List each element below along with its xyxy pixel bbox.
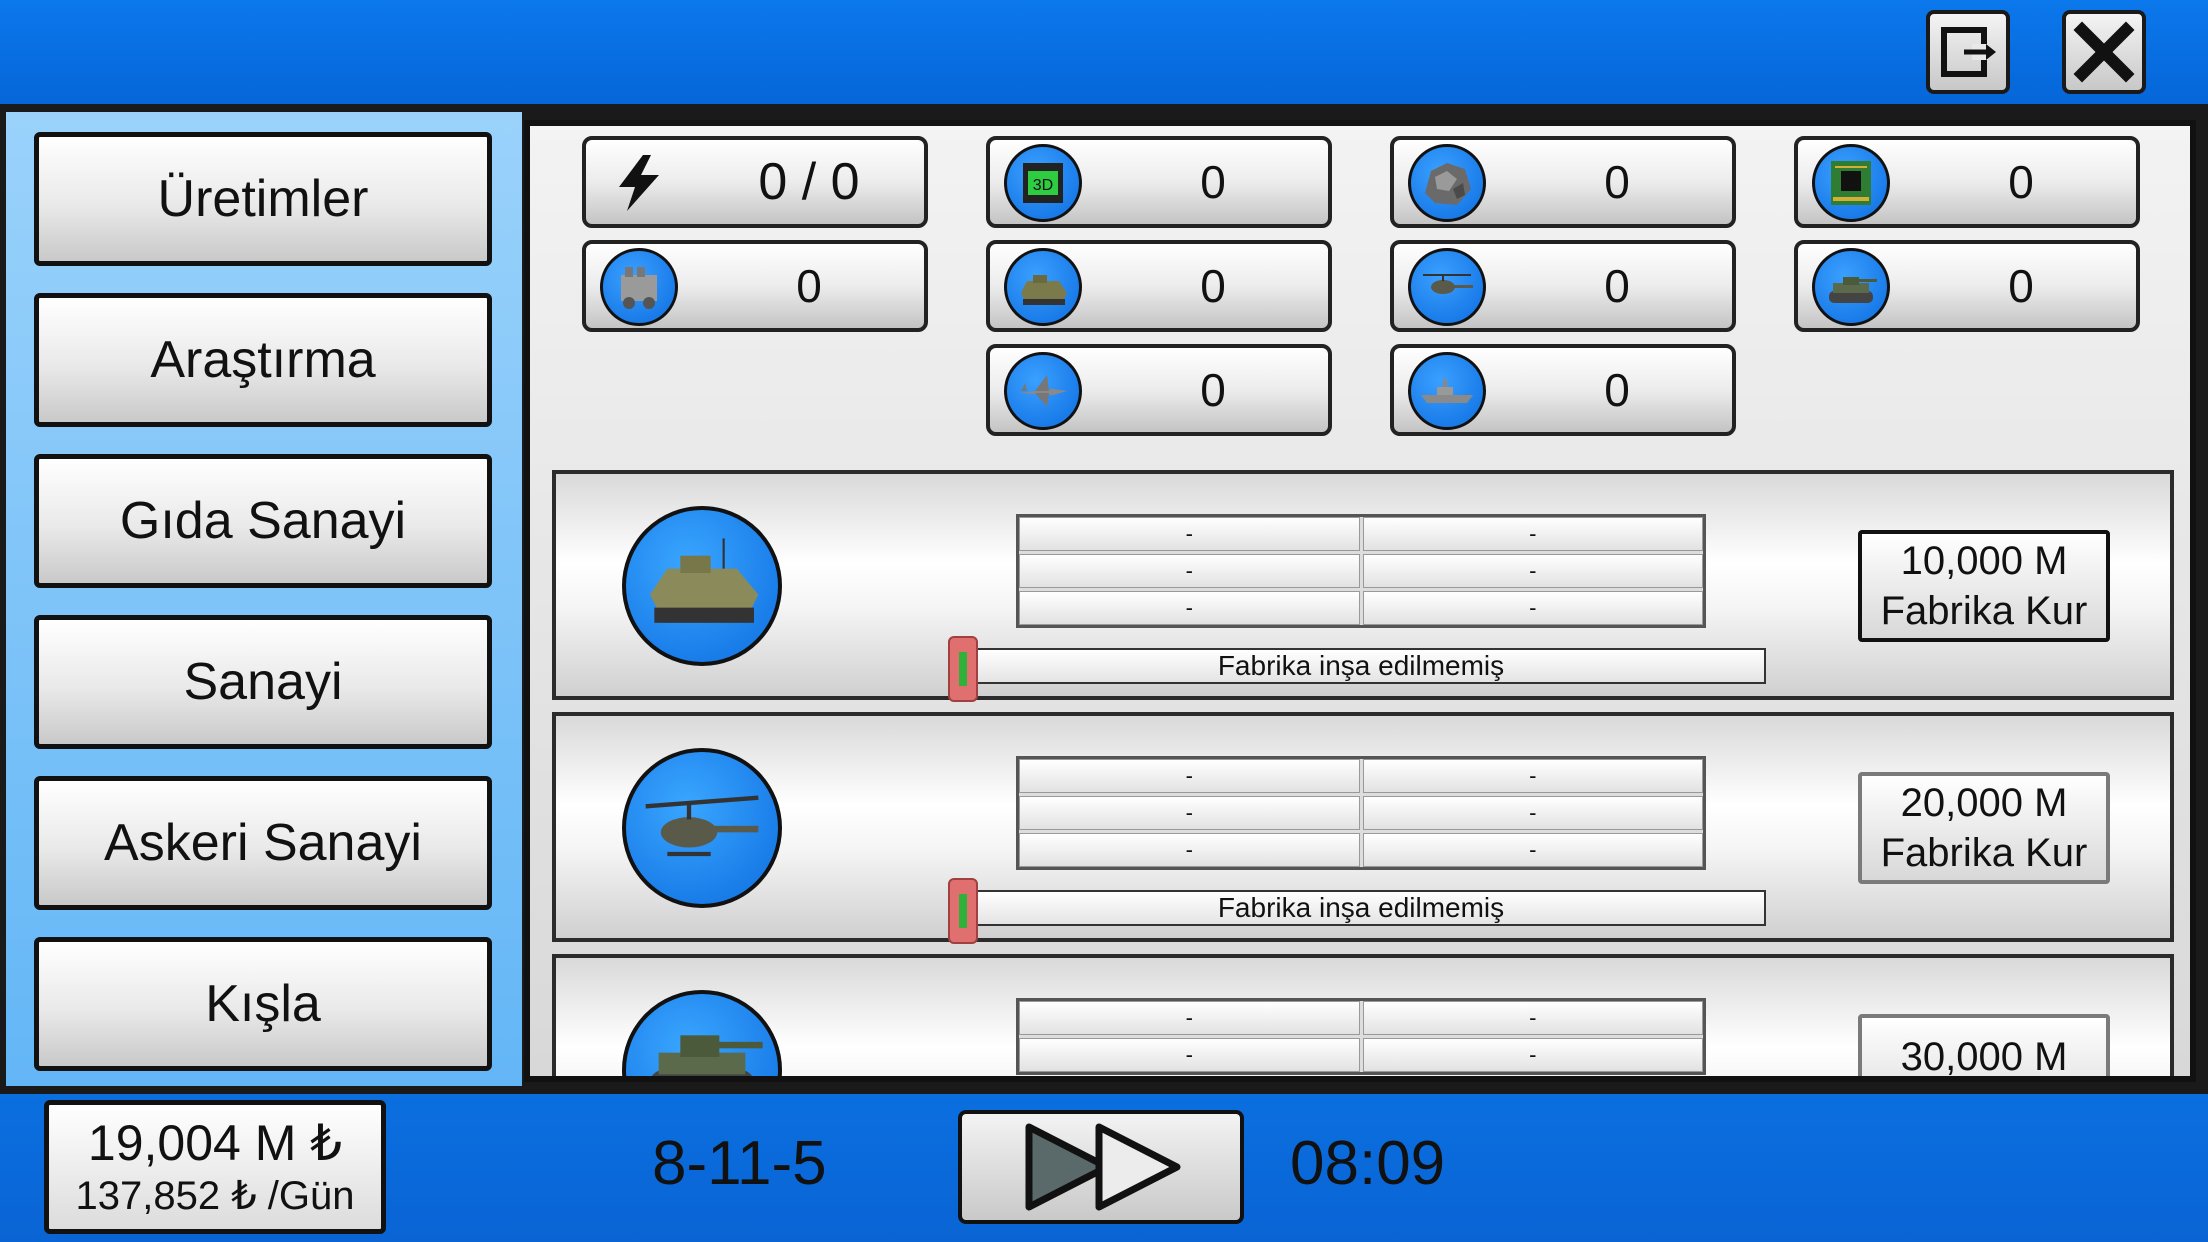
money-income: 137,852 ₺ /Gün — [75, 1173, 355, 1218]
factory-action-label: Fabrika Kur — [1880, 831, 2088, 875]
progress-indicator — [948, 878, 978, 944]
stat-cell: - — [1362, 1038, 1703, 1072]
resource-energy: 0 / 0 — [582, 136, 928, 228]
factory-price: 30,000 M — [1900, 1035, 2068, 1079]
lightning-icon — [600, 144, 678, 222]
svg-text:3D: 3D — [1033, 177, 1053, 194]
stat-cell: - — [1362, 833, 1703, 867]
stat-cell: - — [1362, 796, 1703, 830]
fighter-jet-icon — [1004, 352, 1082, 430]
factory-status: Fabrika inşa edilmemiş — [1217, 892, 1505, 923]
resource-value: 0 — [796, 260, 822, 312]
factory-price: 20,000 M — [1900, 781, 2068, 825]
sidebar-item-gida-sanayi[interactable]: Gıda Sanayi — [34, 454, 492, 588]
game-clock: 08:09 — [1290, 1129, 1446, 1198]
money-total: 19,004 M ₺ — [87, 1115, 343, 1172]
sidebar: Üretimler Araştırma Gıda Sanayi Sanayi A… — [6, 112, 522, 1086]
exit-button[interactable] — [1926, 10, 2010, 94]
stat-cell: - — [1019, 796, 1360, 830]
factory-stats-grid: - - - - - - — [1016, 756, 1706, 870]
engine-icon — [600, 248, 678, 326]
close-button[interactable] — [2062, 10, 2146, 94]
progress-indicator — [948, 636, 978, 702]
factory-row-helicopter: - - - - - - Fabrika inşa edilmemiş 20,00… — [552, 712, 2174, 944]
stat-cell: - — [1362, 1001, 1703, 1035]
exit-icon — [1941, 27, 1996, 77]
stat-cell: - — [1019, 1038, 1360, 1072]
stat-cell: - — [1362, 517, 1703, 551]
sidebar-item-label: Araştırma — [150, 331, 376, 389]
treasury-panel: 19,004 M ₺ 137,852 ₺ /Gün — [44, 1100, 386, 1234]
factory-price: 10,000 M — [1900, 539, 2068, 583]
sidebar-item-label: Üretimler — [157, 170, 369, 228]
tank-icon — [622, 990, 782, 1076]
resource-value: 0 — [1604, 260, 1630, 312]
sidebar-item-label: Askeri Sanayi — [104, 814, 422, 872]
factory-row-tank: - - - - 30,000 M — [552, 954, 2174, 1079]
stat-cell: - — [1019, 591, 1360, 625]
apc-icon — [622, 506, 782, 666]
sidebar-item-sanayi[interactable]: Sanayi — [34, 615, 492, 749]
stat-cell: - — [1019, 833, 1360, 867]
close-icon — [2073, 21, 2135, 83]
resource-fighter-jet: 0 — [986, 344, 1332, 436]
helicopter-icon — [1408, 248, 1486, 326]
resource-value: 0 / 0 — [758, 153, 860, 211]
stat-cell: - — [1019, 517, 1360, 551]
resource-value: 0 — [1604, 156, 1630, 208]
content-panel: 0 / 0 3D 0 0 0 0 0 0 0 0 0 - - - - - - F… — [524, 120, 2196, 1082]
sidebar-item-uretimler[interactable]: Üretimler — [34, 132, 492, 266]
resource-helicopter: 0 — [1390, 240, 1736, 332]
circuit-board-icon — [1812, 144, 1890, 222]
apc-icon — [1004, 248, 1082, 326]
sidebar-item-label: Sanayi — [183, 653, 343, 711]
helicopter-icon — [622, 748, 782, 908]
tank-icon — [1812, 248, 1890, 326]
sidebar-item-label: Kışla — [205, 975, 321, 1033]
resource-value: 0 — [2008, 156, 2034, 208]
metal-ore-icon — [1408, 144, 1486, 222]
resource-metal-ore: 0 — [1390, 136, 1736, 228]
sidebar-item-label: Gıda Sanayi — [119, 492, 407, 550]
warship-icon — [1408, 352, 1486, 430]
factory-progress-bar: Fabrika inşa edilmemiş — [956, 648, 1766, 684]
stat-cell: - — [1019, 759, 1360, 793]
stat-cell: - — [1019, 554, 1360, 588]
stat-cell: - — [1362, 554, 1703, 588]
resource-circuit-board: 0 — [1794, 136, 2140, 228]
resource-tank: 0 — [1794, 240, 2140, 332]
factory-row-apc: - - - - - - Fabrika inşa edilmemiş 10,00… — [552, 470, 2174, 702]
stat-cell: - — [1362, 759, 1703, 793]
resource-value: 0 — [1200, 156, 1226, 208]
sidebar-item-kisla[interactable]: Kışla — [34, 937, 492, 1071]
factory-stats-grid: - - - - - - — [1016, 514, 1706, 628]
stat-cell: - — [1019, 1001, 1360, 1035]
resource-value: 0 — [1200, 364, 1226, 416]
build-factory-button[interactable]: 10,000 M Fabrika Kur — [1858, 530, 2110, 642]
factory-progress-bar: Fabrika inşa edilmemiş — [956, 890, 1766, 926]
resource-value: 0 — [1604, 364, 1630, 416]
factory-action-label: Fabrika Kur — [1880, 589, 2088, 633]
resource-apc: 0 — [986, 240, 1332, 332]
top-bar — [0, 0, 2208, 104]
factory-status: Fabrika inşa edilmemiş — [1217, 650, 1505, 681]
resource-value: 0 — [2008, 260, 2034, 312]
game-date: 8-11-5 — [652, 1129, 827, 1198]
factory-stats-grid: - - - - — [1016, 998, 1706, 1075]
resource-3d-printer: 3D 0 — [986, 136, 1332, 228]
fast-forward-icon — [1025, 1123, 1181, 1211]
sidebar-item-arastirma[interactable]: Araştırma — [34, 293, 492, 427]
fast-forward-button[interactable] — [958, 1110, 1244, 1224]
sidebar-item-askeri-sanayi[interactable]: Askeri Sanayi — [34, 776, 492, 910]
build-factory-button[interactable]: 20,000 M Fabrika Kur — [1858, 772, 2110, 884]
stat-cell: - — [1362, 591, 1703, 625]
3d-printer-icon: 3D — [1004, 144, 1082, 222]
resource-engine: 0 — [582, 240, 928, 332]
build-factory-button[interactable]: 30,000 M — [1858, 1014, 2110, 1079]
resource-value: 0 — [1200, 260, 1226, 312]
resource-warship: 0 — [1390, 344, 1736, 436]
